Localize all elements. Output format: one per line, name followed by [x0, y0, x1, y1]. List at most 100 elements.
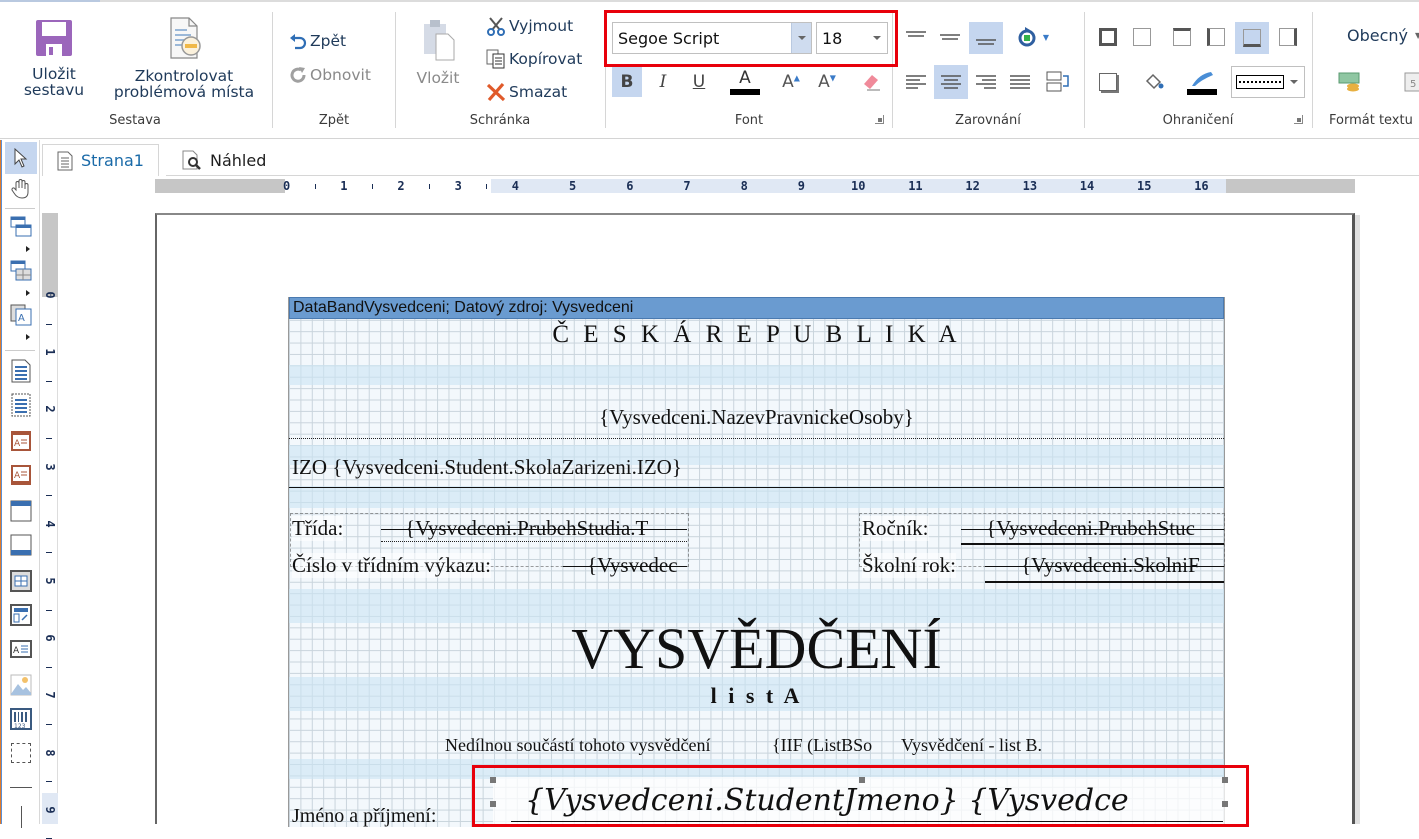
certificate-title[interactable]: VYSVĚDČENÍ — [289, 617, 1224, 681]
align-right-button[interactable] — [971, 67, 1001, 97]
subreport-tool[interactable]: A — [8, 302, 34, 328]
shrink-font-button[interactable]: A▼ — [812, 67, 842, 97]
border-right-button[interactable] — [1273, 22, 1303, 52]
underline — [961, 543, 1224, 545]
font-dialog-launcher[interactable] — [875, 115, 884, 124]
vertical-line-tool[interactable] — [8, 804, 34, 830]
fill-color-button[interactable] — [1139, 67, 1169, 97]
copy-button[interactable]: Kopírovat — [486, 49, 582, 69]
horizontal-line-tool[interactable] — [8, 774, 34, 800]
font-color-button[interactable]: A — [728, 65, 762, 99]
izo-field[interactable]: IZO {Vysvedceni.Student.SkolaZarizeni.IZ… — [292, 455, 682, 480]
delete-button[interactable]: Smazat — [486, 82, 567, 102]
shadow-button[interactable] — [1093, 67, 1123, 97]
grow-font-icon: A▲ — [782, 72, 800, 92]
border-all-button[interactable] — [1093, 22, 1123, 52]
save-report-button[interactable]: Uložit sestavu — [14, 18, 94, 98]
crosstab-icon — [10, 570, 32, 592]
year-label[interactable]: Ročník: — [862, 516, 929, 541]
rotate-text-button[interactable]: ▼ — [1011, 22, 1055, 52]
align-top-button[interactable] — [901, 22, 931, 52]
note-text-part3[interactable]: Vysvědčení - list B. — [901, 735, 1042, 756]
page-footer-tool[interactable] — [8, 392, 34, 418]
redo-button[interactable]: Obnovit — [289, 66, 371, 84]
table-band-tool[interactable] — [8, 258, 34, 284]
text-tool[interactable]: A — [8, 636, 34, 662]
align-center-button[interactable] — [934, 65, 968, 99]
ruler-tick-label: 5 — [569, 179, 577, 193]
check-issues-button[interactable]: Zkontrolovat problémová místa — [104, 16, 264, 100]
databand-vysvedceni[interactable]: DataBandVysvedceni; Datový zdroj: Vysved… — [288, 297, 1228, 828]
border-none-icon — [1133, 28, 1151, 46]
border-dialog-launcher[interactable] — [1294, 115, 1303, 124]
resize-handle[interactable] — [490, 777, 496, 783]
font-name-select[interactable]: Segoe Script — [612, 22, 812, 54]
font-name-value: Segoe Script — [618, 28, 720, 48]
school-year-label[interactable]: Školní rok: — [862, 553, 956, 578]
page-tabs: Strana1 Náhled — [42, 140, 1419, 176]
clear-format-button[interactable] — [856, 67, 886, 97]
word-wrap-button[interactable] — [1043, 67, 1073, 97]
report-title-tool[interactable]: A — [8, 428, 34, 454]
expand-arrow-icon[interactable] — [26, 334, 30, 340]
class-label[interactable]: Třída: — [292, 516, 344, 541]
page-header-tool[interactable] — [8, 358, 34, 384]
note-text-part1[interactable]: Nedílnou součástí tohoto vysvědčení — [445, 735, 710, 756]
underline-button[interactable]: U — [684, 67, 714, 97]
text-format-select[interactable]: Obecný ▼ — [1347, 26, 1419, 45]
chevron-down-icon[interactable] — [1284, 67, 1304, 97]
expand-arrow-icon[interactable] — [26, 246, 30, 252]
certificate-subtitle[interactable]: l i s t A — [289, 683, 1224, 709]
note-iif-field[interactable]: {IIF (ListBSo — [772, 735, 872, 756]
border-none-button[interactable] — [1127, 22, 1157, 52]
name-field-selected[interactable]: {Vysvedceni.StudentJmeno} {Vysvedce — [490, 777, 1228, 827]
horizontal-line-icon — [10, 786, 32, 788]
checkbox-tool[interactable] — [8, 602, 34, 628]
tab-nahled[interactable]: Náhled — [168, 144, 280, 176]
resize-handle[interactable] — [490, 801, 496, 807]
border-right-icon — [1279, 28, 1297, 46]
report-summary-tool[interactable]: A — [8, 462, 34, 488]
border-style-select[interactable] — [1231, 66, 1305, 98]
align-justify-button[interactable] — [1005, 67, 1035, 97]
font-size-select[interactable]: 18 — [816, 22, 888, 54]
grow-font-button[interactable]: A▲ — [776, 67, 806, 97]
undo-button[interactable]: Zpět — [289, 32, 346, 50]
header-band-tool[interactable] — [8, 214, 34, 240]
tab-strana1[interactable]: Strana1 — [42, 144, 159, 176]
rotate-icon — [1018, 27, 1036, 47]
pan-tool[interactable] — [8, 176, 34, 202]
border-top-button[interactable] — [1167, 22, 1197, 52]
ruler-minor-tick — [46, 380, 52, 382]
date-format-button[interactable]: 5 — [1399, 67, 1419, 97]
register-label[interactable]: Číslo v třídním výkazu: — [292, 553, 491, 578]
school-name-field[interactable]: {Vysvedceni.NazevPravnickeOsoby} — [289, 405, 1224, 430]
report-page: DataBandVysvedceni; Datový zdroj: Vysved… — [155, 213, 1360, 828]
border-left-button[interactable] — [1201, 22, 1231, 52]
currency-format-button[interactable] — [1335, 67, 1365, 97]
italic-button[interactable]: I — [648, 67, 678, 97]
chevron-down-icon[interactable] — [867, 23, 887, 53]
cross-tab-tool[interactable] — [8, 568, 34, 594]
bold-button[interactable]: B — [612, 67, 642, 97]
name-label[interactable]: Jméno a příjmení: — [292, 805, 436, 828]
select-tool[interactable] — [5, 142, 37, 174]
name-value-field[interactable]: {Vysvedceni.StudentJmeno} {Vysvedce — [525, 783, 1223, 818]
paste-button[interactable]: Vložit — [408, 16, 468, 86]
align-left-button[interactable] — [901, 67, 931, 97]
border-bottom-button[interactable] — [1235, 22, 1269, 54]
ruler-tick-label: 16 — [1194, 179, 1209, 193]
border-color-button[interactable] — [1185, 65, 1219, 99]
cut-button[interactable]: Vyjmout — [486, 16, 573, 36]
header-tool[interactable] — [8, 498, 34, 524]
expand-arrow-icon[interactable] — [26, 290, 30, 296]
band-header[interactable]: DataBandVysvedceni; Datový zdroj: Vysved… — [289, 297, 1224, 319]
align-middle-button[interactable] — [935, 22, 965, 52]
barcode-tool[interactable]: 123 — [8, 706, 34, 732]
align-bottom-button[interactable] — [969, 22, 1003, 54]
image-tool[interactable] — [8, 672, 34, 698]
footer-tool[interactable] — [8, 532, 34, 558]
chevron-down-icon[interactable] — [791, 23, 811, 53]
panel-tool[interactable] — [8, 740, 34, 766]
country-heading[interactable]: Č E S K Á R E P U B L I K A — [289, 321, 1224, 349]
